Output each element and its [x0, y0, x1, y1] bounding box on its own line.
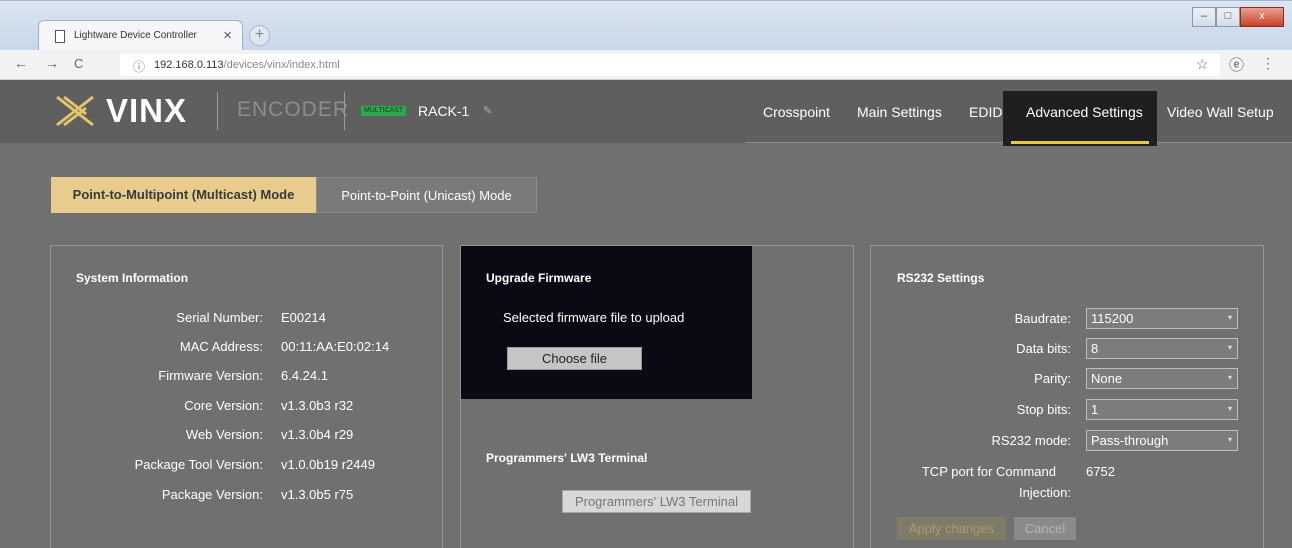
active-nav-underline	[1011, 141, 1149, 144]
unicast-mode-button[interactable]: Point-to-Point (Unicast) Mode	[316, 177, 537, 213]
chevron-down-icon: ▾	[1227, 404, 1232, 413]
app-container: VINX ENCODER MULTICAST RACK-1 ✎ Crosspoi…	[0, 80, 1292, 548]
tcp-port-value: 6752	[1086, 464, 1115, 479]
core-version-label: Core Version:	[184, 398, 263, 413]
rs232-mode-value: Pass-through	[1091, 433, 1169, 448]
new-tab-button[interactable]: +	[249, 25, 270, 46]
close-window-button[interactable]: x	[1240, 7, 1284, 27]
baudrate-label: Baudrate:	[1014, 311, 1071, 326]
address-bar: ← → C ⓘ 192.168.0.113/devices/vinx/index…	[0, 50, 1292, 80]
chevron-down-icon: ▾	[1227, 343, 1232, 352]
nav-advanced-settings[interactable]: Advanced Settings	[1026, 104, 1143, 120]
multicast-badge: MULTICAST	[361, 106, 407, 116]
browser-menu-icon[interactable]: ⋮	[1261, 55, 1275, 72]
firmware-version-value: 6.4.24.1	[281, 368, 328, 383]
maximize-button[interactable]: □	[1216, 7, 1240, 27]
package-version-label: Package Version:	[161, 487, 263, 502]
multicast-mode-button[interactable]: Point-to-Multipoint (Multicast) Mode	[51, 177, 316, 213]
back-icon[interactable]: ←	[14, 55, 28, 71]
logo-text: VINX	[106, 92, 188, 129]
parity-label: Parity:	[1034, 371, 1071, 386]
page-icon	[55, 30, 65, 43]
firmware-file-text: Selected firmware file to upload	[503, 310, 685, 325]
lw3-terminal-title: Programmers' LW3 Terminal	[486, 451, 648, 465]
header-divider	[217, 92, 218, 130]
package-tool-version-label: Package Tool Version:	[134, 457, 263, 472]
rs232-mode-label: RS232 mode:	[991, 433, 1072, 448]
data-bits-select[interactable]: 8 ▾	[1086, 338, 1238, 359]
stop-bits-label: Stop bits:	[1016, 402, 1071, 417]
tab-close-icon[interactable]: ×	[223, 27, 232, 44]
nav-crosspoint[interactable]: Crosspoint	[763, 104, 830, 120]
account-icon[interactable]: ⓔ	[1229, 54, 1244, 75]
baudrate-value: 115200	[1091, 311, 1134, 326]
serial-number-value: E00214	[281, 310, 326, 325]
bookmark-star-icon[interactable]: ☆	[1196, 56, 1209, 73]
forward-icon[interactable]: →	[45, 55, 59, 71]
core-version-value: v1.3.0b3 r32	[281, 398, 354, 413]
package-tool-version-value: v1.0.0b19 r2449	[281, 457, 375, 472]
tab-strip: Lightware Device Controller × + – □ x	[0, 0, 1292, 51]
tab-title: Lightware Device Controller	[74, 30, 197, 41]
site-info-icon[interactable]: ⓘ	[133, 58, 145, 75]
device-name: RACK-1	[418, 103, 470, 119]
url-path: /devices/vinx/index.html	[223, 59, 340, 71]
firmware-version-label: Firmware Version:	[158, 368, 263, 383]
lw3-terminal-button[interactable]: Programmers' LW3 Terminal	[562, 490, 751, 513]
app-header: VINX ENCODER MULTICAST RACK-1 ✎ Crosspoi…	[0, 80, 1292, 146]
data-bits-label: Data bits:	[1016, 341, 1071, 356]
stop-bits-value: 1	[1091, 402, 1099, 417]
choose-file-button[interactable]: Choose file	[507, 347, 642, 370]
rs232-settings-panel: RS232 Settings	[870, 245, 1264, 548]
url-text: 192.168.0.113/devices/vinx/index.html	[154, 59, 340, 71]
edit-pencil-icon[interactable]: ✎	[483, 104, 492, 117]
package-version-value: v1.3.0b5 r75	[281, 487, 354, 502]
nav-video-wall-setup[interactable]: Video Wall Setup	[1167, 104, 1274, 120]
upgrade-firmware-title: Upgrade Firmware	[486, 271, 592, 285]
nav-main-settings[interactable]: Main Settings	[857, 104, 942, 120]
reload-icon[interactable]: C	[74, 56, 83, 71]
baudrate-select[interactable]: 115200 ▾	[1086, 308, 1238, 329]
browser-tab[interactable]: Lightware Device Controller ×	[38, 20, 243, 51]
url-field[interactable]: ⓘ 192.168.0.113/devices/vinx/index.html	[120, 54, 1220, 76]
web-version-value: v1.3.0b4 r29	[281, 427, 354, 442]
mac-address-label: MAC Address:	[179, 339, 263, 354]
url-host: 192.168.0.113	[154, 59, 224, 71]
vinx-logo-icon	[56, 95, 94, 127]
chevron-down-icon: ▾	[1227, 435, 1232, 444]
web-version-label: Web Version:	[185, 427, 263, 442]
system-information-panel: System Information Serial Number: E00214…	[50, 245, 443, 548]
rs232-title: RS232 Settings	[897, 271, 985, 285]
nav-edid[interactable]: EDID	[969, 104, 1002, 120]
mac-address-value: 00:11:AA:E0:02:14	[281, 339, 390, 354]
data-bits-value: 8	[1091, 341, 1099, 356]
minimize-button[interactable]: –	[1192, 7, 1216, 27]
header-divider	[344, 92, 345, 130]
window-controls: – □ x	[1192, 7, 1284, 27]
stop-bits-select[interactable]: 1 ▾	[1086, 399, 1238, 420]
cancel-button[interactable]: Cancel	[1014, 517, 1076, 540]
upgrade-firmware-section: Upgrade Firmware Selected firmware file …	[461, 246, 752, 399]
parity-select[interactable]: None ▾	[1086, 368, 1238, 389]
product-type-label: ENCODER	[237, 98, 350, 121]
tcp-port-label-line2: Injection:	[1018, 485, 1071, 500]
chevron-down-icon: ▾	[1227, 313, 1232, 322]
tcp-port-label-line1: TCP port for Command	[921, 464, 1056, 479]
panel-title: System Information	[76, 271, 189, 285]
serial-number-label: Serial Number:	[176, 310, 263, 325]
browser-chrome: Lightware Device Controller × + – □ x ← …	[0, 0, 1292, 80]
chevron-down-icon: ▾	[1227, 373, 1232, 382]
apply-changes-button[interactable]: Apply changes	[897, 517, 1006, 540]
parity-value: None	[1091, 371, 1123, 386]
rs232-mode-select[interactable]: Pass-through ▾	[1086, 430, 1238, 451]
